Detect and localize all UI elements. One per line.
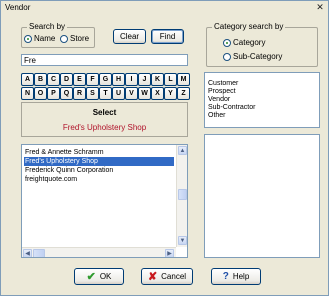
letter-button-m[interactable]: M: [177, 73, 190, 86]
letter-button-d[interactable]: D: [60, 73, 73, 86]
radio-name[interactable]: Name: [24, 34, 55, 43]
help-label: Help: [232, 272, 250, 281]
radio-store-label: Store: [70, 34, 90, 43]
scroll-right-icon[interactable]: ▶: [165, 249, 174, 257]
selected-vendor-name: Fred's Upholstery Shop: [62, 123, 147, 132]
letter-button-u[interactable]: U: [112, 87, 125, 100]
cancel-x-icon: ✘: [147, 271, 158, 283]
help-button[interactable]: ? Help: [211, 268, 261, 285]
radio-category-dot[interactable]: [223, 38, 231, 47]
vendor-window: Vendor ✕ Search by Name Store Clear Find…: [0, 0, 329, 296]
scroll-h-thumb[interactable]: [33, 249, 45, 257]
letter-button-e[interactable]: E: [73, 73, 86, 86]
title-bar: Vendor ✕: [1, 1, 328, 15]
results-horizontal-scrollbar[interactable]: ◀ ▶: [22, 247, 176, 257]
radio-name-label: Name: [34, 34, 56, 43]
letter-button-y[interactable]: Y: [164, 87, 177, 100]
list-item-text: Fred's Upholstery Shop: [25, 158, 98, 165]
scroll-up-icon[interactable]: ▲: [178, 146, 187, 155]
clear-button[interactable]: Clear: [113, 29, 146, 44]
radio-sub-category[interactable]: Sub-Category: [223, 52, 282, 61]
letter-button-i[interactable]: I: [125, 73, 138, 86]
letter-button-v[interactable]: V: [125, 87, 138, 100]
radio-store[interactable]: Store: [60, 34, 89, 43]
search-input[interactable]: Fre: [21, 54, 188, 66]
letter-button-t[interactable]: T: [99, 87, 112, 100]
scroll-down-icon[interactable]: ▼: [178, 236, 187, 245]
letter-button-z[interactable]: Z: [177, 87, 190, 100]
select-label: Select: [92, 108, 117, 117]
letter-button-l[interactable]: L: [164, 73, 177, 86]
cancel-button[interactable]: ✘ Cancel: [141, 268, 193, 285]
letter-button-q[interactable]: Q: [60, 87, 73, 100]
list-item-text: freightquote.com: [25, 176, 78, 183]
letter-button-f[interactable]: F: [86, 73, 99, 86]
results-list[interactable]: Fred & Annette Schramm Fred's Upholstery…: [21, 144, 188, 258]
category-search-legend: Category search by: [212, 22, 286, 31]
scroll-thumb[interactable]: [178, 189, 187, 200]
list-item-selected[interactable]: Fred's Upholstery Shop: [24, 157, 174, 166]
category-item[interactable]: Other: [207, 111, 226, 120]
list-item-text: Frederick Quinn Corporation: [25, 167, 114, 174]
find-button[interactable]: Find: [151, 29, 184, 44]
left-panel: Search by Name Store Clear Find Fre ABCD…: [17, 22, 193, 262]
list-item[interactable]: Fred & Annette Schramm: [24, 148, 174, 157]
ok-label: OK: [99, 272, 112, 281]
letter-button-k[interactable]: K: [151, 73, 164, 86]
letter-button-w[interactable]: W: [138, 87, 151, 100]
radio-sub-category-dot[interactable]: [223, 52, 231, 61]
letter-button-h[interactable]: H: [112, 73, 125, 86]
letter-button-x[interactable]: X: [151, 87, 164, 100]
letter-button-o[interactable]: O: [34, 87, 47, 100]
results-vertical-scrollbar[interactable]: ▲ ▼: [176, 145, 187, 247]
letter-button-j[interactable]: J: [138, 73, 151, 86]
search-by-group: Search by Name Store: [21, 22, 95, 48]
checkmark-icon: ✔: [86, 271, 96, 283]
radio-category-label: Category: [233, 38, 266, 47]
help-question-icon: ?: [222, 271, 229, 282]
list-item[interactable]: Frederick Quinn Corporation: [24, 166, 174, 175]
list-item[interactable]: freightquote.com: [24, 175, 174, 184]
letter-button-s[interactable]: S: [86, 87, 99, 100]
radio-name-dot[interactable]: [24, 34, 32, 43]
sub-category-list[interactable]: [204, 134, 320, 258]
radio-category[interactable]: Category: [223, 38, 265, 47]
right-panel: Category search by Category Sub-Category…: [200, 22, 324, 262]
radio-sub-category-label: Sub-Category: [233, 52, 283, 61]
letter-button-a[interactable]: A: [21, 73, 34, 86]
ok-button[interactable]: ✔ OK: [74, 268, 124, 285]
letter-button-n[interactable]: N: [21, 87, 34, 100]
cancel-label: Cancel: [161, 272, 187, 281]
close-icon[interactable]: ✕: [315, 2, 325, 12]
scroll-left-icon[interactable]: ◀: [23, 249, 32, 257]
category-list[interactable]: Customer Prospect Vendor Sub-Contractor …: [204, 72, 320, 128]
list-item-text: Fred & Annette Schramm: [25, 149, 104, 156]
category-search-group: Category search by Category Sub-Category: [206, 22, 318, 67]
letter-button-g[interactable]: G: [99, 73, 112, 86]
letter-button-c[interactable]: C: [47, 73, 60, 86]
window-title: Vendor: [5, 3, 31, 12]
search-by-legend: Search by: [27, 22, 68, 31]
radio-store-dot[interactable]: [60, 34, 68, 43]
letter-button-r[interactable]: R: [73, 87, 86, 100]
select-pane: Select Fred's Upholstery Shop: [21, 102, 188, 137]
letter-button-p[interactable]: P: [47, 87, 60, 100]
letter-button-b[interactable]: B: [34, 73, 47, 86]
